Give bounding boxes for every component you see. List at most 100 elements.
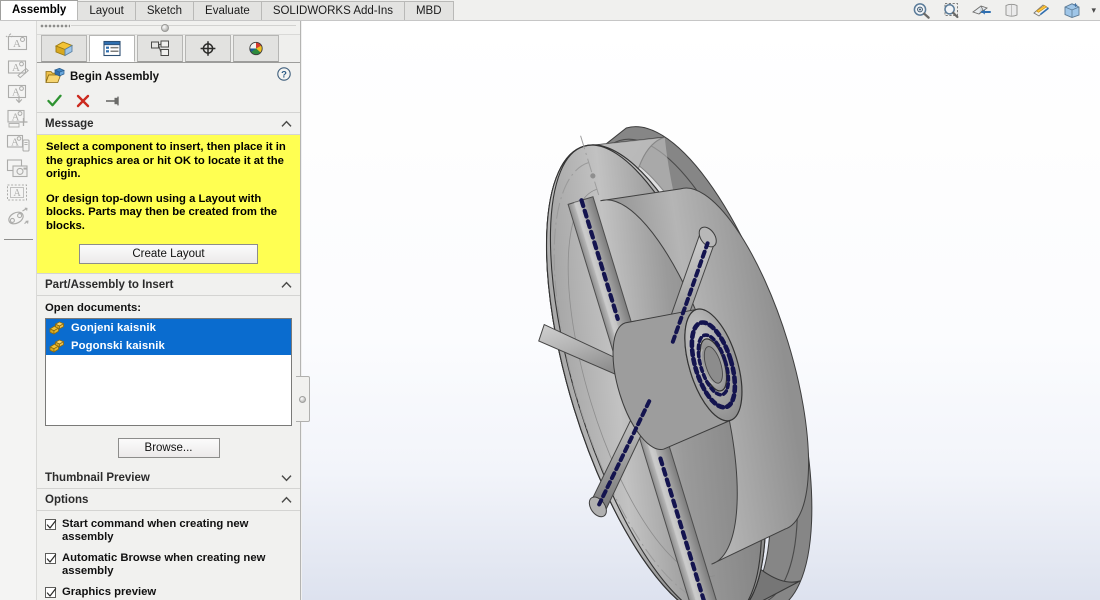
tab-property-manager[interactable] bbox=[89, 35, 135, 62]
ribbon-tabstrip: Assembly Layout Sketch Evaluate SOLIDWOR… bbox=[0, 0, 454, 20]
tab-evaluate[interactable]: Evaluate bbox=[193, 1, 262, 20]
tab-configuration-manager[interactable] bbox=[137, 35, 183, 62]
chevron-down-icon[interactable] bbox=[281, 474, 292, 482]
option-label: Start command when creating new assembly bbox=[62, 518, 249, 543]
solidworks-window: Assembly Layout Sketch Evaluate SOLIDWOR… bbox=[0, 0, 1100, 600]
open-documents-listbox[interactable]: Gonjeni kaisnik Pogonski kaisnik bbox=[45, 318, 292, 426]
svg-text:A: A bbox=[12, 62, 20, 74]
feature-tree-icon bbox=[54, 41, 74, 57]
property-manager-icon bbox=[103, 40, 121, 57]
ribbon-bar: Assembly Layout Sketch Evaluate SOLIDWOR… bbox=[0, 0, 1100, 21]
tab-display-manager[interactable] bbox=[233, 35, 279, 62]
chevron-up-icon[interactable] bbox=[281, 496, 292, 504]
tab-assembly[interactable]: Assembly bbox=[0, 0, 79, 20]
drag-line bbox=[71, 25, 296, 26]
open-documents-label: Open documents: bbox=[45, 302, 142, 314]
open-assembly-icon bbox=[45, 68, 65, 83]
create-layout-wrap: Create Layout bbox=[46, 244, 291, 264]
help-question-icon[interactable]: ? bbox=[277, 67, 291, 81]
checkbox-start-command[interactable] bbox=[45, 519, 57, 530]
part-icon bbox=[49, 321, 65, 335]
configuration-manager-icon bbox=[151, 40, 169, 56]
panel-pin-dot[interactable] bbox=[161, 24, 169, 32]
note-edit-icon[interactable]: A bbox=[5, 57, 31, 79]
list-item[interactable]: Gonjeni kaisnik bbox=[46, 319, 291, 337]
checkbox-graphics-preview[interactable] bbox=[45, 587, 57, 598]
panel-splitter-handle[interactable] bbox=[296, 376, 310, 422]
rail-divider bbox=[3, 239, 33, 240]
message-paragraph-1: Select a component to insert, then place… bbox=[46, 141, 286, 180]
left-icon-rail: A A A A A A bbox=[0, 21, 37, 600]
apply-scene-icon[interactable] bbox=[1060, 1, 1084, 20]
list-item-label: Gonjeni kaisnik bbox=[71, 322, 156, 334]
checkbox-automatic-browse[interactable] bbox=[45, 553, 57, 564]
option-start-command[interactable]: Start command when creating new assembly bbox=[45, 518, 292, 543]
ribbon-view-toolbar: ▾ bbox=[910, 0, 1098, 20]
left-rail-icon-list: A A A A A A bbox=[0, 21, 36, 240]
part-icon bbox=[49, 339, 65, 353]
part-assembly-body: Open documents: Gonjeni kaisnik Pogonski… bbox=[37, 296, 300, 467]
note-new-icon[interactable]: A bbox=[5, 32, 31, 54]
section-title-message: Message bbox=[45, 117, 94, 130]
view-orientation-icon[interactable] bbox=[1000, 1, 1024, 20]
splitter-dot bbox=[299, 396, 306, 403]
option-automatic-browse[interactable]: Automatic Browse when creating new assem… bbox=[45, 552, 292, 577]
property-manager-panel: Begin Assembly ? Message Select a compon… bbox=[37, 21, 301, 600]
property-manager-title-row: Begin Assembly ? bbox=[37, 63, 300, 89]
zoom-to-fit-icon[interactable] bbox=[910, 1, 934, 20]
zoom-to-area-icon[interactable] bbox=[940, 1, 964, 20]
message-paragraph-2: Or design top-down using a Layout with b… bbox=[46, 192, 278, 232]
manager-tab-row bbox=[37, 35, 300, 63]
property-manager-actions bbox=[37, 89, 300, 113]
section-header-options[interactable]: Options bbox=[37, 489, 300, 511]
graphics-area[interactable] bbox=[302, 21, 1100, 600]
tab-layout[interactable]: Layout bbox=[77, 1, 136, 20]
checkmark-icon bbox=[46, 588, 57, 597]
pulley-model bbox=[538, 126, 813, 600]
option-label: Automatic Browse when creating new assem… bbox=[62, 552, 266, 577]
create-layout-button[interactable]: Create Layout bbox=[79, 244, 258, 264]
link-chain-icon[interactable] bbox=[5, 207, 31, 229]
drag-dots bbox=[40, 24, 70, 28]
browse-button[interactable]: Browse... bbox=[117, 438, 220, 458]
options-body: Start command when creating new assembly… bbox=[37, 511, 300, 600]
section-view-icon[interactable] bbox=[970, 1, 994, 20]
note-insert-icon[interactable]: A bbox=[5, 82, 31, 104]
cancel-button[interactable] bbox=[76, 94, 90, 108]
svg-text:A: A bbox=[13, 38, 21, 50]
tab-solidworks-add-ins[interactable]: SOLIDWORKS Add-Ins bbox=[260, 1, 405, 20]
svg-text:A: A bbox=[11, 137, 19, 149]
checkmark-icon bbox=[46, 554, 57, 563]
checkmark-icon bbox=[46, 520, 57, 529]
chevron-up-icon[interactable] bbox=[281, 120, 292, 128]
ok-button[interactable] bbox=[47, 94, 62, 108]
capture-icon[interactable] bbox=[5, 157, 31, 179]
option-graphics-preview[interactable]: Graphics preview bbox=[45, 586, 292, 599]
tab-feature-manager-tree[interactable] bbox=[41, 35, 87, 62]
list-item-label: Pogonski kaisnik bbox=[71, 340, 165, 352]
chevron-up-icon[interactable] bbox=[281, 281, 292, 289]
select-region-icon[interactable]: A bbox=[5, 182, 31, 204]
note-add-icon[interactable]: A bbox=[5, 107, 31, 129]
section-header-message[interactable]: Message bbox=[37, 113, 300, 135]
property-manager-title: Begin Assembly bbox=[70, 71, 160, 83]
note-device-icon[interactable]: A bbox=[5, 132, 31, 154]
browse-wrap: Browse... bbox=[45, 438, 292, 458]
list-item[interactable]: Pogonski kaisnik bbox=[46, 337, 291, 355]
option-label: Graphics preview bbox=[62, 586, 157, 598]
tab-mbd[interactable]: MBD bbox=[403, 1, 454, 20]
tab-dimxpert-manager[interactable] bbox=[185, 35, 231, 62]
display-style-icon[interactable] bbox=[1030, 1, 1054, 20]
section-title-thumbnail-preview: Thumbnail Preview bbox=[45, 471, 150, 484]
keep-visible-button[interactable] bbox=[104, 94, 120, 108]
section-header-thumbnail-preview[interactable]: Thumbnail Preview bbox=[37, 467, 300, 489]
tab-sketch[interactable]: Sketch bbox=[134, 1, 195, 20]
ribbon-overflow-caret[interactable]: ▾ bbox=[1090, 5, 1098, 16]
display-manager-sphere-icon bbox=[249, 41, 263, 56]
panel-drag-strip[interactable] bbox=[37, 21, 300, 35]
message-body: Select a component to insert, then place… bbox=[37, 135, 300, 274]
section-title-part-assembly: Part/Assembly to Insert bbox=[45, 278, 174, 291]
section-title-options: Options bbox=[45, 493, 89, 506]
svg-text:?: ? bbox=[281, 70, 287, 81]
section-header-part-assembly-to-insert[interactable]: Part/Assembly to Insert bbox=[37, 274, 300, 296]
